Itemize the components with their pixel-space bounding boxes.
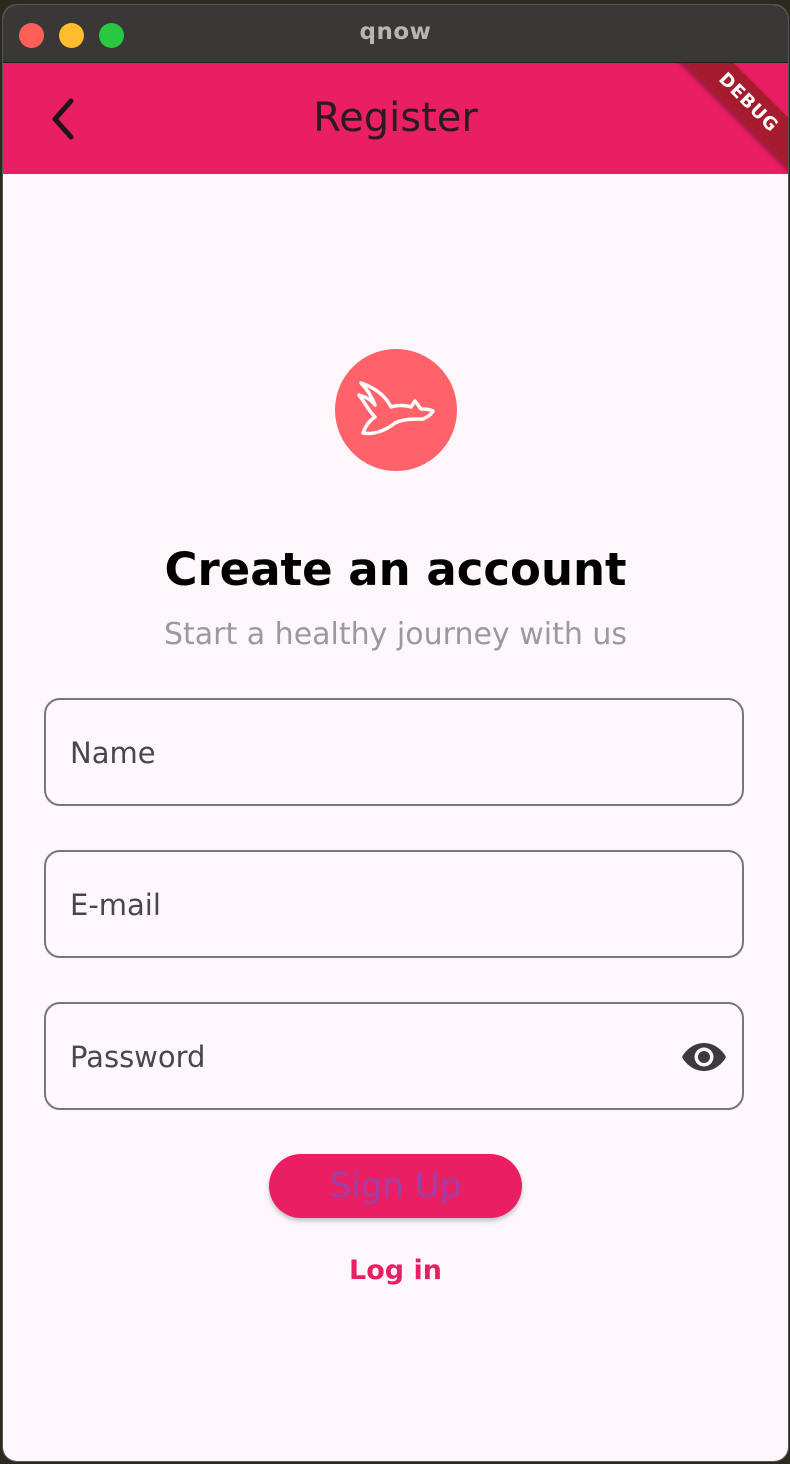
email-field[interactable] bbox=[44, 850, 744, 958]
eye-icon bbox=[682, 1043, 726, 1071]
password-field[interactable] bbox=[44, 1002, 744, 1110]
sign-up-button[interactable]: Sign Up bbox=[269, 1154, 522, 1218]
app-bar: Register DEBUG bbox=[3, 63, 788, 174]
toggle-password-visibility-button[interactable] bbox=[680, 1037, 728, 1077]
name-input[interactable] bbox=[68, 700, 662, 806]
password-input[interactable] bbox=[68, 1004, 662, 1110]
form-subheading: Start a healthy journey with us bbox=[163, 617, 628, 652]
app-logo bbox=[335, 349, 457, 471]
window-titlebar: qnow bbox=[3, 5, 788, 63]
name-field[interactable] bbox=[44, 698, 744, 806]
login-link[interactable]: Log in bbox=[349, 1255, 442, 1286]
email-input[interactable] bbox=[68, 852, 662, 958]
bird-logo-icon bbox=[357, 381, 435, 436]
app-window: qnow Register DEBUG Create an account St… bbox=[3, 5, 788, 1461]
form-heading: Create an account bbox=[164, 543, 627, 596]
page-title: Register bbox=[313, 95, 478, 141]
login-link-row: Log in bbox=[3, 1255, 788, 1286]
window-title: qnow bbox=[359, 19, 432, 45]
